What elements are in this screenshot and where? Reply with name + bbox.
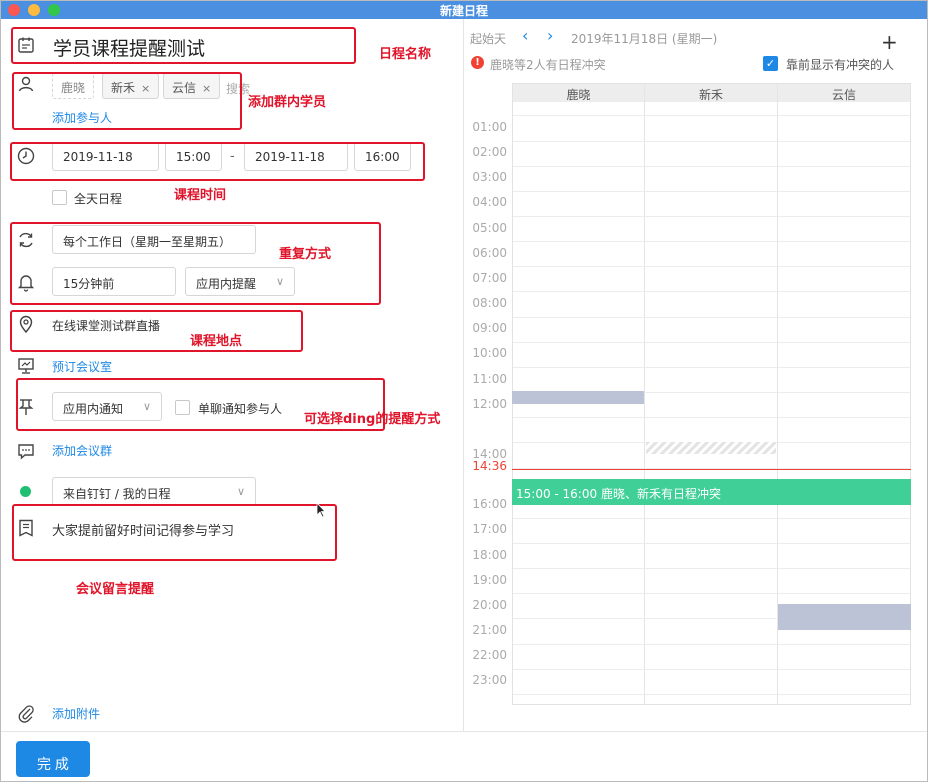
window-title: 新建日程 [439, 4, 488, 18]
annotation-location: 课程地点 [190, 334, 243, 349]
column-header: 新禾 [645, 84, 778, 102]
hour-gridline [513, 140, 910, 142]
hour-label: 16:00 [472, 497, 507, 512]
hour-gridline [513, 643, 910, 645]
book-room-link[interactable]: 预订会议室 [52, 358, 112, 375]
hour-label: 09:00 [472, 321, 507, 336]
hour-label: 12:00 [472, 396, 507, 411]
hour-gridline [513, 316, 910, 318]
annotation-box-note [12, 504, 337, 561]
hour-label: 17:00 [472, 522, 507, 537]
conflict-warning: 鹿晓等2人有日程冲突 [490, 58, 606, 72]
calendar-source-value: 来自钉钉 / 我的日程 [63, 487, 171, 501]
hour-label: 10:00 [472, 346, 507, 361]
add-attachment-link[interactable]: 添加附件 [52, 705, 100, 722]
hour-label: 05:00 [472, 220, 507, 235]
hour-gridline [513, 341, 910, 343]
mouse-cursor-icon [316, 502, 326, 518]
add-group-link[interactable]: 添加会议群 [52, 442, 112, 459]
pane-divider [463, 19, 464, 731]
title-bar: 新建日程 [1, 1, 927, 19]
add-person-icon[interactable]: + [881, 30, 898, 54]
annotation-box-repeat [10, 222, 381, 305]
next-day-icon[interactable]: › [547, 26, 553, 45]
hour-label: 06:00 [472, 245, 507, 260]
hour-gridline [513, 190, 910, 192]
hour-label: 11:00 [472, 371, 507, 386]
hour-label: 03:00 [472, 170, 507, 185]
new-schedule-window: 新建日程 学员课程提醒测试 日程名称 鹿晓 新禾 × 云信 × 搜索 添加参与人 添… [0, 0, 928, 782]
hour-label: 19:00 [472, 572, 507, 587]
hour-gridline [513, 165, 910, 167]
warning-icon: ! [471, 56, 484, 69]
hour-gridline [513, 542, 910, 544]
hour-gridline [513, 517, 910, 519]
meeting-room-icon [16, 356, 36, 376]
hour-gridline [513, 216, 910, 218]
annotation-course-time: 课程时间 [174, 188, 227, 203]
show-conflict-first-label: 靠前显示有冲突的人 [786, 58, 895, 72]
paperclip-icon [16, 703, 36, 723]
hour-gridline [513, 115, 910, 117]
annotation-repeat-mode: 重复方式 [279, 247, 332, 262]
annotation-schedule-name: 日程名称 [379, 47, 432, 62]
chevron-down-icon: ∨ [236, 485, 245, 498]
hour-label: 01:00 [472, 120, 507, 134]
calendar-color-dot [20, 486, 31, 497]
hour-gridline [513, 291, 910, 293]
hour-gridline [513, 266, 910, 268]
all-day-checkbox[interactable] [52, 190, 67, 205]
column-header: 鹿晓 [513, 84, 645, 102]
hour-gridline [513, 568, 910, 570]
conflict-event[interactable]: 15:00 - 16:00 鹿晓、新禾有日程冲突 [512, 479, 911, 505]
annotation-meeting-note: 会议留言提醒 [76, 582, 155, 597]
hour-label: 04:00 [472, 195, 507, 210]
hour-gridline [513, 366, 910, 368]
hour-label: 08:00 [472, 296, 507, 311]
current-time-label: 14:36 [472, 459, 507, 473]
hour-gridline [513, 668, 910, 670]
hour-label: 18:00 [472, 547, 507, 562]
start-day-label: 起始天 [470, 32, 507, 46]
annotation-ding-reminder: 可选择ding的提醒方式 [304, 412, 441, 427]
hour-label: 07:00 [472, 270, 507, 285]
column-divider [644, 84, 645, 704]
column-header: 云信 [778, 84, 910, 102]
annotation-box-time [10, 142, 425, 181]
current-time-line [512, 469, 911, 470]
hour-gridline [513, 417, 910, 419]
prev-day-icon[interactable]: ‹ [522, 26, 528, 45]
calendar-date: 2019年11月18日 (星期一) [571, 32, 718, 46]
hour-label: 20:00 [472, 597, 507, 612]
done-button[interactable]: 完 成 [16, 741, 90, 777]
calendar-source-select[interactable]: 来自钉钉 / 我的日程 ∨ [52, 477, 256, 506]
hour-gridline [513, 693, 910, 695]
hour-label: 22:00 [472, 648, 507, 663]
footer-divider [1, 731, 927, 732]
annotation-box-members [12, 72, 242, 130]
show-conflict-first-checkbox[interactable]: ✓ [763, 56, 778, 71]
all-day-label: 全天日程 [74, 192, 123, 206]
hour-label: 02:00 [472, 145, 507, 160]
annotation-box-location [10, 310, 303, 352]
annotation-add-members: 添加群内学员 [248, 95, 327, 110]
busy-block[interactable] [778, 604, 911, 630]
hour-label: 21:00 [472, 623, 507, 637]
hour-gridline [513, 241, 910, 243]
chat-group-icon [16, 441, 36, 461]
tentative-block [646, 442, 776, 454]
hour-label: 23:00 [472, 673, 507, 688]
annotation-box-title [11, 27, 356, 64]
hour-gridline [513, 593, 910, 595]
busy-block[interactable] [512, 391, 644, 404]
